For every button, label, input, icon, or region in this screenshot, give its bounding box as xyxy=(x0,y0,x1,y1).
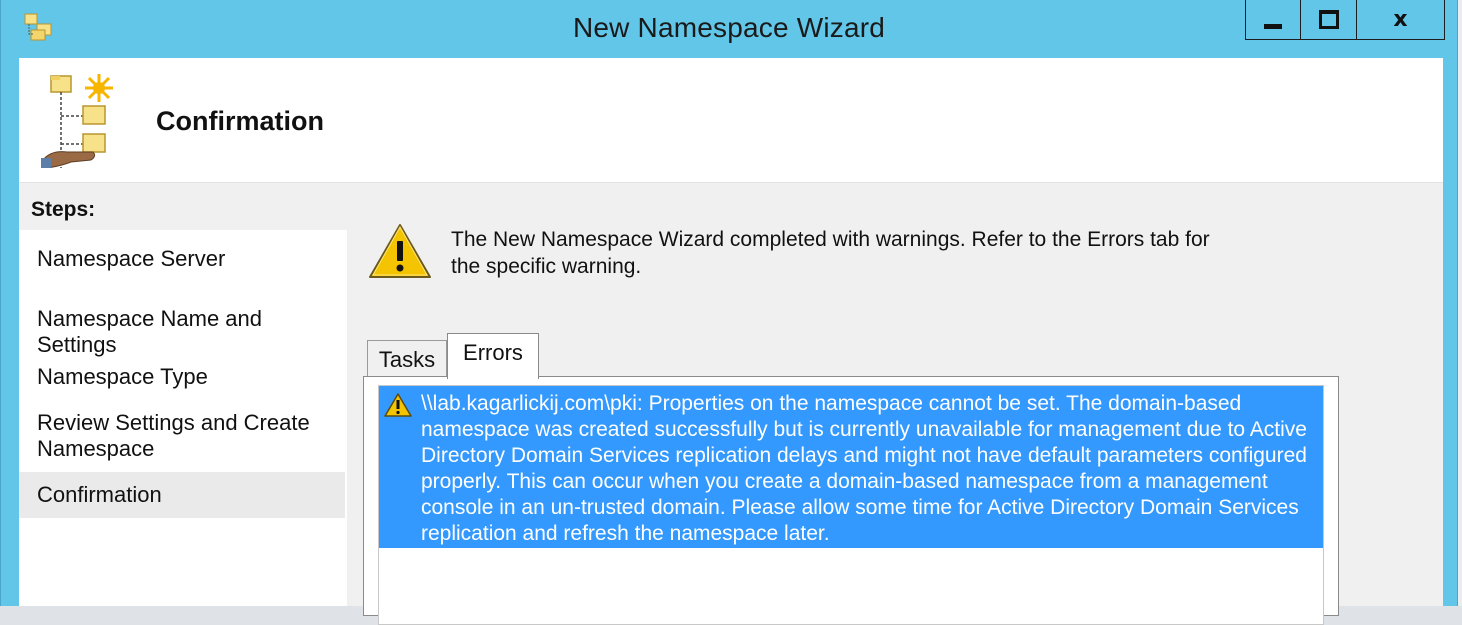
tab-tasks[interactable]: Tasks xyxy=(367,340,447,378)
steps-panel: Steps: Namespace Server Namespace Name a… xyxy=(19,186,347,606)
confirmation-content: The New Namespace Wizard completed with … xyxy=(353,186,1443,625)
error-message: \\lab.kagarlickij.com\pki: Properties on… xyxy=(421,392,1307,545)
warning-icon xyxy=(369,224,431,278)
error-list-item[interactable]: \\lab.kagarlickij.com\pki: Properties on… xyxy=(379,386,1323,548)
page-title: Confirmation xyxy=(156,106,324,136)
tab-errors[interactable]: Errors xyxy=(447,333,539,379)
window-controls: x xyxy=(1245,0,1445,40)
wizard-header: Confirmation xyxy=(19,58,1443,183)
close-icon: x xyxy=(1393,7,1408,32)
step-namespace-type: Namespace Type xyxy=(37,364,208,389)
maximize-button[interactable] xyxy=(1301,0,1357,40)
steps-heading: Steps: xyxy=(19,186,347,230)
minimize-icon xyxy=(1264,24,1282,29)
title-bar[interactable]: New Namespace Wizard x xyxy=(1,0,1457,58)
close-button[interactable]: x xyxy=(1357,0,1445,40)
step-namespace-name-and-settings: Namespace Name and Settings xyxy=(37,306,263,357)
maximize-icon xyxy=(1318,10,1339,29)
wizard-window: New Namespace Wizard x Confirmation Step… xyxy=(0,0,1458,625)
window-title: New Namespace Wizard xyxy=(572,12,886,43)
namespace-wizard-icon xyxy=(41,74,113,168)
step-confirmation: Confirmation xyxy=(19,472,345,518)
star-icon xyxy=(85,74,113,102)
minimize-button[interactable] xyxy=(1245,0,1301,40)
errors-list[interactable]: \\lab.kagarlickij.com\pki: Properties on… xyxy=(378,385,1324,625)
warning-icon xyxy=(384,393,412,417)
wizard-client-area: Confirmation Steps: Namespace Server Nam… xyxy=(19,58,1443,625)
status-message: The New Namespace Wizard completed with … xyxy=(451,228,1210,278)
step-review-settings: Review Settings and Create Namespace xyxy=(37,410,310,461)
step-namespace-server: Namespace Server xyxy=(37,246,226,271)
errors-tab-panel: \\lab.kagarlickij.com\pki: Properties on… xyxy=(363,376,1339,625)
